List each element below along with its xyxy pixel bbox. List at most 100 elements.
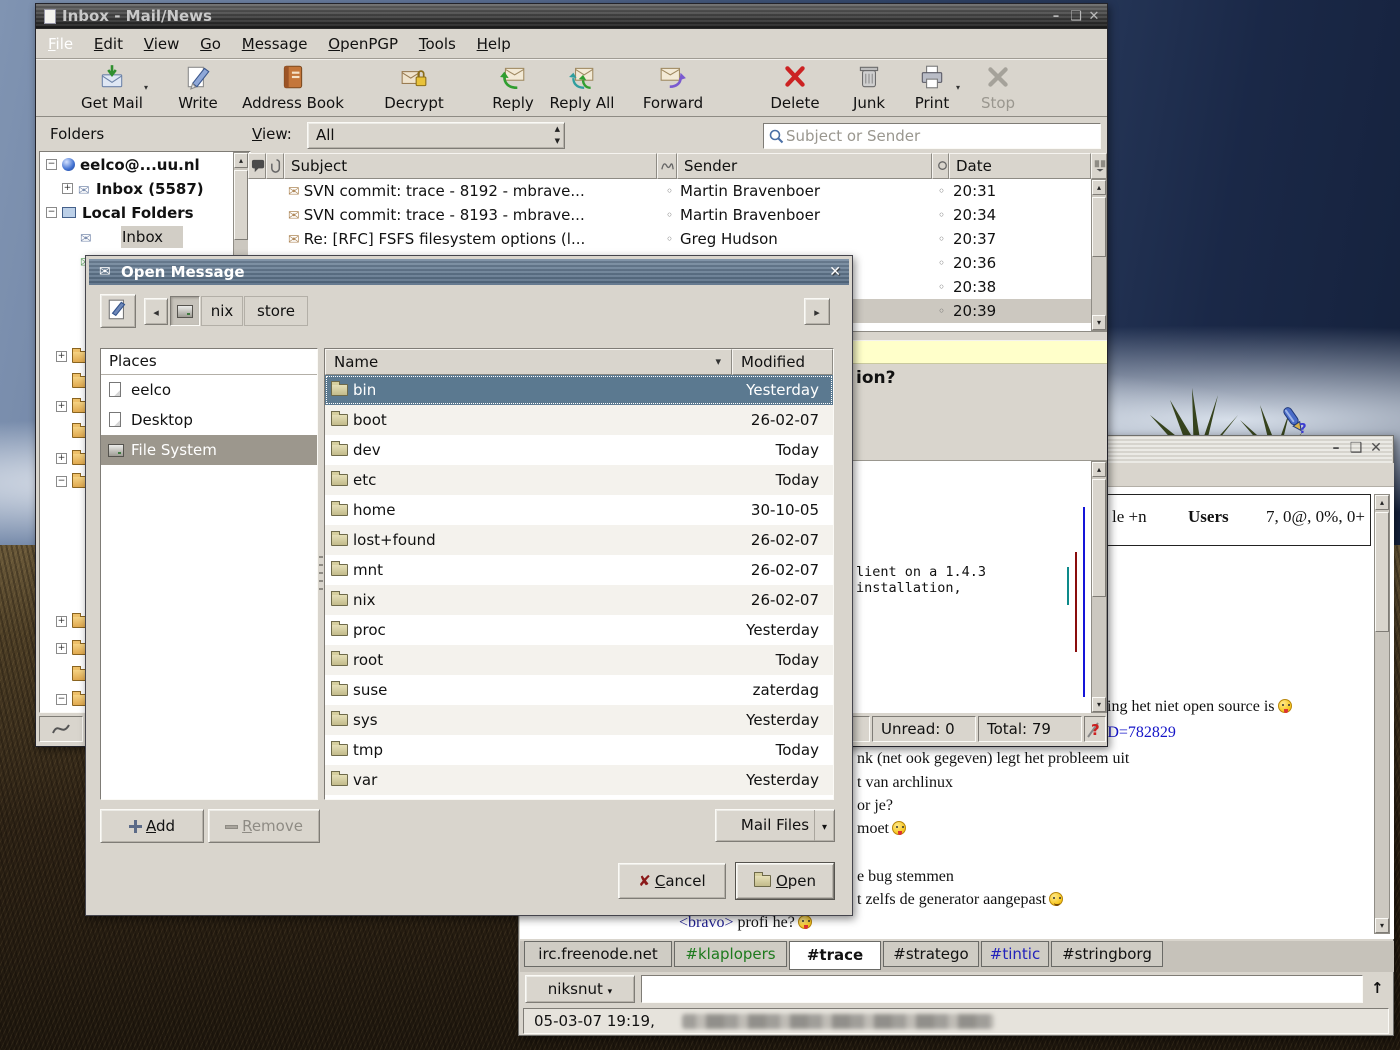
path-root-button[interactable] xyxy=(170,296,200,326)
body-scrollbar[interactable] xyxy=(1091,461,1107,713)
expand-icon[interactable]: + xyxy=(56,616,67,627)
column-sender[interactable]: Sender xyxy=(677,153,932,179)
irc-maximize-button[interactable]: ❑ xyxy=(1346,440,1366,456)
tree-account-eelco[interactable]: −eelco@...uu.nl xyxy=(46,154,200,176)
pane-splitter-dots[interactable] xyxy=(319,556,323,596)
maximize-button[interactable]: ❑ xyxy=(1067,4,1085,29)
open-button[interactable]: Open xyxy=(736,863,834,899)
collapse-icon[interactable]: − xyxy=(46,207,57,218)
send-arrow-icon[interactable]: ↑ xyxy=(1371,979,1384,997)
scroll-down-icon[interactable] xyxy=(1092,697,1106,712)
tree-local-folders[interactable]: −Local Folders xyxy=(46,202,194,224)
scrollbar-thumb[interactable] xyxy=(1092,197,1106,257)
irc-minimize-button[interactable]: – xyxy=(1326,440,1346,456)
expand-icon[interactable]: + xyxy=(62,183,73,194)
add-button[interactable]: Add xyxy=(100,809,204,843)
menu-tools[interactable]: Tools xyxy=(419,29,456,59)
dialog-titlebar[interactable]: ✉ Open Message ✕ xyxy=(89,259,849,285)
message-row[interactable]: ✉SVN commit: trace - 8193 - mbrave... ◦ … xyxy=(248,203,1091,227)
menu-file[interactable]: File xyxy=(48,29,73,59)
modified-column-header[interactable]: Modified xyxy=(732,349,833,375)
place-file-system[interactable]: File System xyxy=(101,435,317,465)
tab-tintic[interactable]: #tintic xyxy=(981,941,1049,967)
junk-button[interactable]: Junk xyxy=(840,63,898,112)
place-eelco[interactable]: eelco xyxy=(101,375,317,405)
scroll-up-icon[interactable] xyxy=(1092,462,1106,477)
offline-indicator[interactable] xyxy=(39,716,83,742)
nick-button[interactable]: niksnut ▾ xyxy=(525,975,635,1003)
tree-inbox-5587[interactable]: +✉Inbox (5587) xyxy=(62,178,204,200)
column-date[interactable]: Date xyxy=(949,153,1091,179)
enigmail-status[interactable]: ? xyxy=(1084,716,1106,742)
file-filter-select[interactable]: Mail Files ▾ xyxy=(715,809,835,842)
collapse-icon[interactable]: − xyxy=(56,476,67,487)
type-filename-button[interactable] xyxy=(100,294,136,328)
path-segment-nix[interactable]: nix xyxy=(201,296,243,326)
print-button[interactable]: ▾ Print xyxy=(902,63,962,112)
irc-scrollbar[interactable] xyxy=(1374,494,1390,934)
tab-stratego[interactable]: #stratego xyxy=(883,941,979,967)
expand-icon[interactable]: + xyxy=(56,351,67,362)
view-select[interactable]: All ▲▼ xyxy=(307,122,565,149)
collapse-icon[interactable]: − xyxy=(56,694,67,705)
address-book-button[interactable]: Address Book xyxy=(228,63,358,112)
menu-openpgp[interactable]: OpenPGP xyxy=(328,29,398,59)
menu-message[interactable]: Message xyxy=(242,29,308,59)
scroll-down-icon[interactable] xyxy=(1375,918,1389,933)
tab-klaplopers[interactable]: #klaplopers xyxy=(674,941,787,967)
file-row[interactable]: nix26-02-07 xyxy=(325,585,833,615)
file-row[interactable]: devToday xyxy=(325,435,833,465)
tab-trace[interactable]: #trace xyxy=(789,941,881,970)
irc-close-button[interactable]: ✕ xyxy=(1366,440,1386,456)
collapse-icon[interactable]: − xyxy=(46,159,57,170)
file-row[interactable]: lost+found26-02-07 xyxy=(325,525,833,555)
file-row[interactable]: susezaterdag xyxy=(325,675,833,705)
write-button[interactable]: Write xyxy=(168,63,228,112)
menu-go[interactable]: Go xyxy=(200,29,221,59)
scroll-up-icon[interactable] xyxy=(234,153,248,168)
path-forward-button[interactable]: ▸ xyxy=(804,298,830,325)
tab-server[interactable]: irc.freenode.net xyxy=(524,941,672,967)
file-row[interactable]: procYesterday xyxy=(325,615,833,645)
column-read[interactable] xyxy=(932,153,949,179)
scroll-up-icon[interactable] xyxy=(1375,495,1389,510)
search-input[interactable] xyxy=(786,126,1091,145)
scrollbar-thumb[interactable] xyxy=(234,170,248,240)
reply-all-button[interactable]: Reply All xyxy=(544,63,620,112)
scrollbar-thumb[interactable] xyxy=(1375,512,1389,632)
column-flag[interactable] xyxy=(248,153,266,179)
menu-help[interactable]: Help xyxy=(477,29,511,59)
dialog-close-button[interactable]: ✕ xyxy=(829,259,841,285)
get-mail-button[interactable]: ▾ Get Mail xyxy=(62,63,162,112)
file-row-bin[interactable]: binYesterday xyxy=(325,375,833,405)
message-row[interactable]: ✉Re: [RFC] FSFS filesystem options (l...… xyxy=(248,227,1091,251)
list-scrollbar[interactable] xyxy=(1091,179,1107,331)
mail-titlebar[interactable]: Inbox - Mail/News – ❑ ✕ xyxy=(36,4,1107,29)
file-row[interactable]: tmpToday xyxy=(325,735,833,765)
forward-button[interactable]: Forward xyxy=(630,63,716,112)
tree-inbox-local[interactable]: ✉Inbox xyxy=(80,226,163,248)
irc-input[interactable] xyxy=(641,975,1363,1003)
menu-edit[interactable]: Edit xyxy=(94,29,123,59)
delete-button[interactable]: Delete xyxy=(758,63,832,112)
expand-icon[interactable]: + xyxy=(56,453,67,464)
path-back-button[interactable]: ◂ xyxy=(144,298,168,325)
tab-stringborg[interactable]: #stringborg xyxy=(1051,941,1163,967)
path-segment-store[interactable]: store xyxy=(244,296,308,326)
scrollbar-thumb[interactable] xyxy=(1092,479,1106,597)
message-row[interactable]: ✉SVN commit: trace - 8192 - mbrave... ◦ … xyxy=(248,179,1091,203)
place-desktop[interactable]: Desktop xyxy=(101,405,317,435)
file-row[interactable]: mnt26-02-07 xyxy=(325,555,833,585)
irc-message-link[interactable]: ID=782829 xyxy=(1102,724,1176,742)
scroll-up-icon[interactable] xyxy=(1092,180,1106,195)
expand-icon[interactable]: + xyxy=(56,643,67,654)
file-row[interactable]: home30-10-05 xyxy=(325,495,833,525)
places-header[interactable]: Places xyxy=(101,349,317,375)
expand-icon[interactable]: + xyxy=(56,401,67,412)
column-attachment[interactable] xyxy=(266,153,284,179)
file-row[interactable]: rootToday xyxy=(325,645,833,675)
file-row[interactable]: boot26-02-07 xyxy=(325,405,833,435)
cancel-button[interactable]: ✘Cancel xyxy=(618,863,726,899)
reply-button[interactable]: Reply xyxy=(482,63,544,112)
minimize-button[interactable]: – xyxy=(1047,4,1065,29)
